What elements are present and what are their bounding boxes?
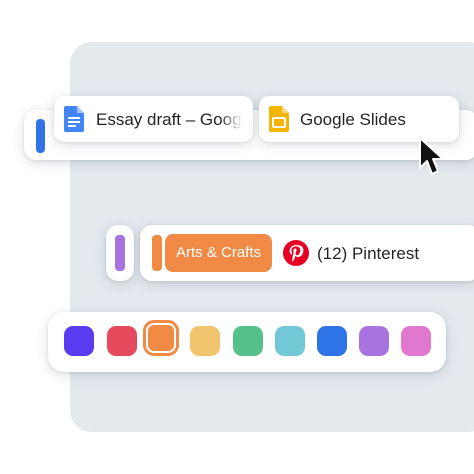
color-swatch-purple[interactable] [359, 326, 389, 356]
mouse-cursor-icon [419, 137, 444, 175]
tab-essay-draft[interactable]: Essay draft – Google Docs [54, 96, 253, 142]
google-slides-icon [269, 106, 289, 132]
color-swatch-cyan[interactable] [275, 326, 305, 356]
group-label-arts-crafts[interactable]: Arts & Crafts [165, 234, 272, 272]
tab-title: Essay draft – Google Docs [96, 110, 242, 129]
group-chip-purple[interactable] [106, 225, 134, 281]
color-swatch-blue[interactable] [317, 326, 347, 356]
group-indicator-blue[interactable] [36, 119, 45, 153]
tab-strip-2: Arts & Crafts (12) Pinterest [140, 225, 474, 281]
color-swatch-green[interactable] [233, 326, 263, 356]
color-swatch-pink[interactable] [401, 326, 431, 356]
google-docs-icon [64, 106, 84, 132]
color-swatch-indigo[interactable] [64, 326, 94, 356]
group-indicator-purple [115, 235, 125, 271]
group-indicator-orange[interactable] [152, 235, 162, 271]
color-swatch-orange[interactable] [146, 323, 176, 353]
color-swatch-red[interactable] [107, 326, 137, 356]
group-label-text: Arts & Crafts [175, 244, 261, 261]
color-swatch-yellow[interactable] [190, 326, 220, 356]
tab-pinterest[interactable]: (12) Pinterest [282, 233, 472, 273]
pinterest-icon [283, 240, 309, 266]
tab-title: (12) Pinterest [317, 244, 420, 263]
tab-title: Google Slides [300, 110, 406, 129]
